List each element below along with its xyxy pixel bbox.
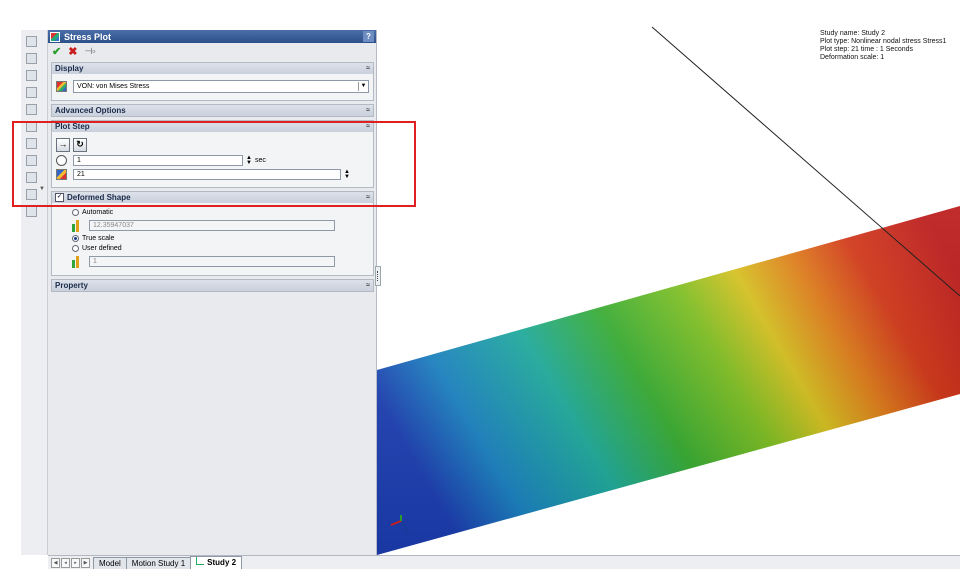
automatic-radio[interactable]: [72, 209, 79, 216]
time-value: 1: [77, 157, 81, 164]
loop-button[interactable]: ↻: [73, 138, 87, 152]
time-unit: sec: [254, 157, 266, 164]
advanced-options-label: Advanced Options: [55, 106, 126, 115]
automatic-label: Automatic: [82, 209, 114, 216]
tab-study-2[interactable]: Study 2: [190, 556, 243, 569]
step-number-icon: [56, 169, 67, 180]
strip-expand-icon[interactable]: ▼: [39, 186, 45, 192]
plot-step-label: Plot Step: [55, 122, 90, 131]
property-label: Property: [55, 281, 88, 290]
user-defined-radio[interactable]: [72, 245, 79, 252]
component-dropdown[interactable]: VON: von Mises Stress ▼: [73, 80, 369, 93]
compare-tool-icon[interactable]: [26, 87, 37, 98]
panel-title: Stress Plot: [64, 31, 112, 42]
deformed-shape-label: Deformed Shape: [67, 193, 131, 202]
user-scale-input[interactable]: 1: [89, 256, 335, 267]
study-tab-bar: ◀ ◂ ▸ ▶ Model Motion Study 1 Study 2: [48, 555, 960, 569]
pushpin-button[interactable]: ⊣▫: [84, 46, 95, 57]
collapse-chevron-icon[interactable]: ≈: [366, 194, 370, 201]
property-header[interactable]: Property ≈: [52, 280, 373, 291]
last-tab-icon[interactable]: ▶: [81, 558, 90, 568]
collapse-chevron-icon[interactable]: ≈: [366, 65, 370, 72]
tab-model[interactable]: Model: [93, 557, 127, 569]
advanced-options-header[interactable]: Advanced Options ≈: [52, 105, 373, 116]
property-section: Property ≈: [51, 279, 374, 292]
user-defined-label: User defined: [82, 245, 122, 252]
panel-toolbar: ✔ ✖ ⊣▫: [48, 43, 376, 59]
camera-tool-icon[interactable]: [26, 189, 37, 200]
display-section: Display ≈ VON: von Mises Stress ▼: [51, 62, 374, 101]
panel-titlebar: Stress Plot ?: [48, 30, 376, 43]
plot-info-text: Study name: Study 2 Plot type: Nonlinear…: [820, 30, 946, 62]
section-tool-icon[interactable]: [26, 121, 37, 132]
component-value: VON: von Mises Stress: [77, 83, 150, 90]
expand-chevron-icon[interactable]: ≈: [366, 107, 370, 114]
help-button[interactable]: ?: [363, 31, 374, 42]
advanced-options-section: Advanced Options ≈: [51, 104, 374, 117]
time-gauge-icon: [56, 155, 67, 166]
first-tab-icon[interactable]: ◀: [51, 558, 60, 568]
display-section-header[interactable]: Display ≈: [52, 63, 373, 74]
step-input[interactable]: 21: [73, 169, 341, 180]
list-tool-icon[interactable]: [26, 53, 37, 64]
plot-step-section: Plot Step ≈ → ↻ 1 ▲ ▼ sec 21 ▲ ▼: [51, 120, 374, 188]
true-scale-radio[interactable]: [72, 235, 79, 242]
step-value: 21: [77, 171, 85, 178]
more-tools-icon[interactable]: [26, 206, 37, 217]
component-icon: [56, 81, 67, 92]
axis-triad-icon: [390, 515, 410, 536]
graph-tool-icon[interactable]: [26, 138, 37, 149]
probe-tool-icon[interactable]: [26, 70, 37, 81]
user-scale-value: 1: [93, 258, 97, 265]
next-step-button[interactable]: →: [56, 138, 70, 152]
time-spinner[interactable]: ▲ ▼: [246, 155, 252, 166]
scale-factor-icon: [72, 255, 85, 268]
scale-factor-icon: [72, 219, 85, 232]
settings-tool-icon[interactable]: [26, 104, 37, 115]
stress-plot-icon: [50, 31, 60, 42]
cancel-button[interactable]: ✖: [68, 45, 77, 58]
study-icon: [196, 557, 205, 565]
plot-tool-icon[interactable]: [26, 36, 37, 47]
deformation-scale-line: Deformation scale: 1: [820, 54, 885, 61]
step-spinner[interactable]: ▲ ▼: [344, 169, 350, 180]
prev-tab-icon[interactable]: ◂: [61, 558, 70, 568]
next-tab-icon[interactable]: ▸: [71, 558, 80, 568]
deformed-shape-section: ✓ Deformed Shape ≈ Automatic 12.35947037…: [51, 191, 374, 276]
plot-type-line: Plot type: Nonlinear nodal stress Stress…: [820, 38, 947, 45]
display-header-label: Display: [55, 64, 84, 73]
expand-chevron-icon[interactable]: ≈: [366, 282, 370, 289]
stress-plot-model: [377, 26, 960, 555]
automatic-scale-input[interactable]: 12.35947037: [89, 220, 335, 231]
deformed-shape-header[interactable]: ✓ Deformed Shape ≈: [52, 192, 373, 203]
plot-step-line: Plot step: 21 time : 1 Seconds: [820, 46, 913, 53]
report-tool-icon[interactable]: [26, 155, 37, 166]
automatic-scale-value: 12.35947037: [93, 222, 134, 229]
study-name-line: Study name: Study 2: [820, 30, 885, 37]
tab-navigation-buttons: ◀ ◂ ▸ ▶: [48, 558, 93, 569]
deformed-shape-checkbox[interactable]: ✓: [55, 193, 64, 202]
time-input[interactable]: 1: [73, 155, 243, 166]
plot-step-header[interactable]: Plot Step ≈: [52, 121, 373, 132]
ok-button[interactable]: ✔: [52, 45, 61, 58]
graphics-viewport[interactable]: [377, 0, 960, 555]
chevron-down-icon[interactable]: ▼: [358, 82, 368, 91]
collapse-chevron-icon[interactable]: ≈: [366, 123, 370, 130]
tab-motion-study-1[interactable]: Motion Study 1: [125, 557, 192, 569]
tab-study-2-label: Study 2: [207, 558, 237, 567]
true-scale-label: True scale: [82, 235, 115, 242]
stress-plot-panel: Stress Plot ? ✔ ✖ ⊣▫ Display ≈ VON: von …: [48, 30, 377, 555]
feature-manager-icon-strip: ▼: [21, 30, 48, 555]
edit-tool-icon[interactable]: [26, 172, 37, 183]
